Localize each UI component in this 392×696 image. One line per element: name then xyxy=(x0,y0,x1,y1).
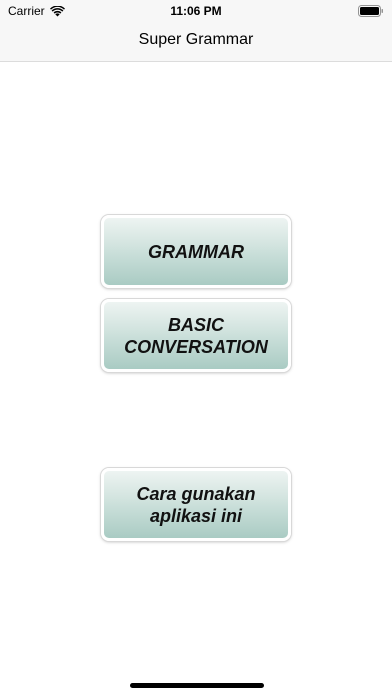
how-to-use-button[interactable]: Cara gunakan aplikasi ini xyxy=(101,468,291,541)
home-indicator xyxy=(130,683,264,688)
page-title: Super Grammar xyxy=(138,31,254,48)
basic-conversation-button-label: BASIC CONVERSATION xyxy=(124,314,268,357)
grammar-button[interactable]: GRAMMAR xyxy=(101,215,291,288)
how-to-use-button-label: Cara gunakan aplikasi ini xyxy=(136,483,256,526)
basic-conversation-button[interactable]: BASIC CONVERSATION xyxy=(101,299,291,372)
app-screen: Carrier 11:06 PM Super Grammar GRAMMAR B… xyxy=(0,0,392,696)
status-bar: Carrier 11:06 PM xyxy=(0,0,392,22)
status-time: 11:06 PM xyxy=(170,4,222,18)
header: Carrier 11:06 PM Super Grammar xyxy=(0,0,392,62)
battery-icon xyxy=(358,5,383,17)
grammar-button-label: GRAMMAR xyxy=(148,241,244,262)
